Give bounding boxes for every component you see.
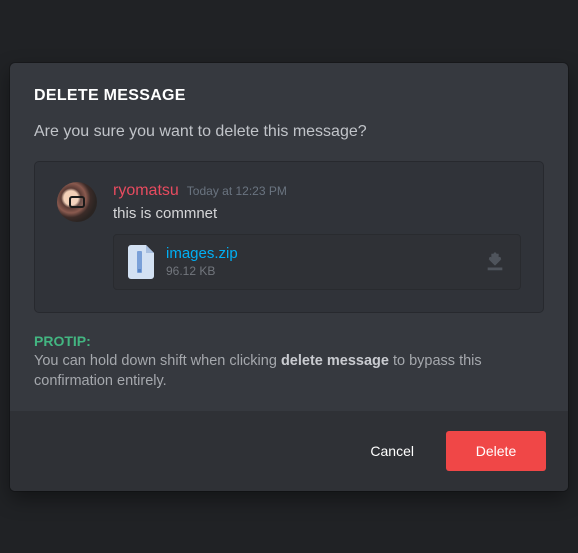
timestamp: Today at 12:23 PM (187, 184, 287, 198)
modal-title: DELETE MESSAGE (34, 87, 544, 105)
modal-header: DELETE MESSAGE (10, 63, 568, 111)
file-name[interactable]: images.zip (166, 245, 472, 263)
message-content: ryomatsu Today at 12:23 PM this is commn… (113, 182, 521, 290)
modal-body: Are you sure you want to delete this mes… (10, 111, 568, 411)
file-icon (128, 245, 154, 279)
protip-text-before: You can hold down shift when clicking (34, 353, 281, 369)
username: ryomatsu (113, 182, 179, 200)
message-row: ryomatsu Today at 12:23 PM this is commn… (57, 182, 521, 290)
protip-label: PROTIP: (34, 333, 544, 349)
avatar (57, 182, 97, 222)
protip-section: PROTIP: You can hold down shift when cli… (34, 333, 544, 391)
modal-footer: Cancel Delete (10, 411, 568, 491)
file-size: 96.12 KB (166, 263, 472, 279)
download-icon[interactable] (484, 251, 506, 273)
message-text: this is commnet (113, 204, 521, 224)
message-preview: ryomatsu Today at 12:23 PM this is commn… (34, 161, 544, 313)
message-header: ryomatsu Today at 12:23 PM (113, 182, 521, 200)
confirm-text: Are you sure you want to delete this mes… (34, 121, 544, 143)
attachment: images.zip 96.12 KB (113, 234, 521, 290)
protip-text-bold: delete message (281, 353, 389, 369)
delete-button[interactable]: Delete (446, 431, 546, 471)
protip-text: You can hold down shift when clicking de… (34, 351, 544, 391)
delete-message-modal: DELETE MESSAGE Are you sure you want to … (10, 63, 568, 491)
cancel-button[interactable]: Cancel (352, 431, 432, 471)
file-info: images.zip 96.12 KB (166, 245, 472, 279)
